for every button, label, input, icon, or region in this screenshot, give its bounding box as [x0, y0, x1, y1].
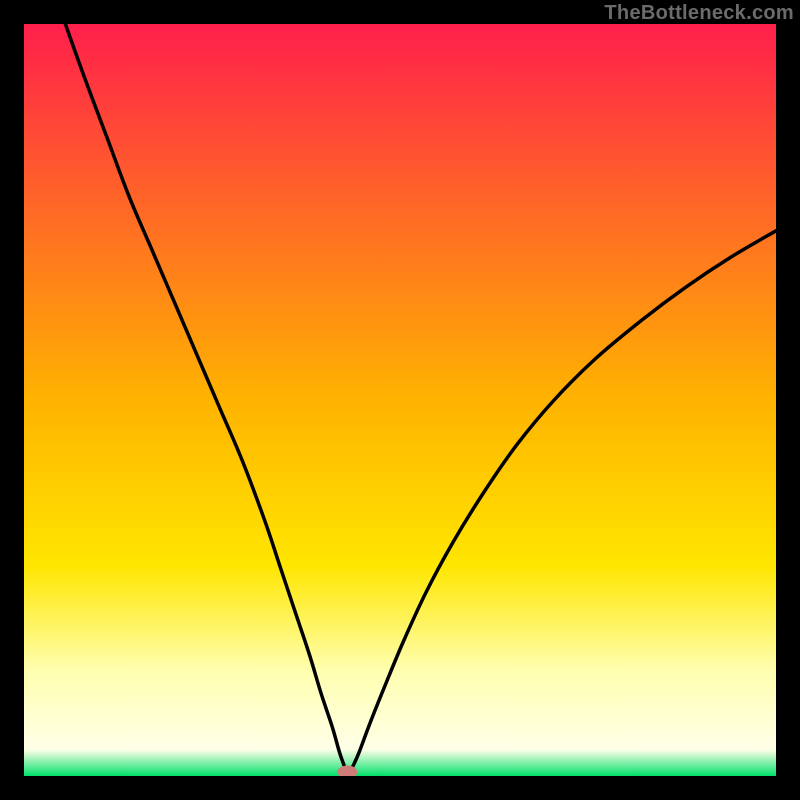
gradient-background: [24, 24, 776, 776]
chart-svg: [24, 24, 776, 776]
chart-frame: TheBottleneck.com: [0, 0, 800, 800]
plot-area: [24, 24, 776, 776]
watermark-text: TheBottleneck.com: [604, 2, 794, 25]
